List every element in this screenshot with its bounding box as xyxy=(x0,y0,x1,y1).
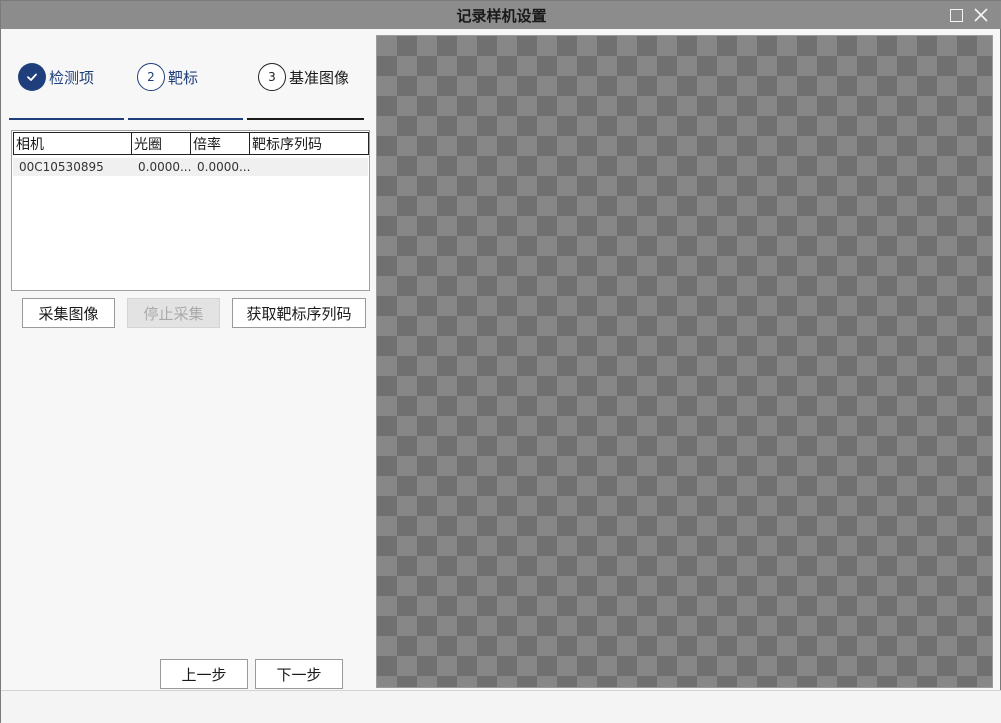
step-2-circle: 2 xyxy=(137,63,165,91)
step-indicator: 检测项 2 靶标 3 基准图像 xyxy=(7,31,371,123)
step-2-label: 靶标 xyxy=(168,68,199,87)
cell-camera: 00C10530895 xyxy=(19,160,104,174)
settings-window: 记录样机设置 检测项 2 靶标 3 基准图像 相机 光圈 倍率 靶标序列码 00… xyxy=(0,0,1001,723)
capture-image-button[interactable]: 采集图像 xyxy=(22,298,115,328)
step-1-label: 检测项 xyxy=(49,68,95,87)
get-target-serial-button[interactable]: 获取靶标序列码 xyxy=(232,298,366,328)
image-preview[interactable] xyxy=(376,35,993,688)
step-3-label: 基准图像 xyxy=(289,68,350,87)
status-bar xyxy=(1,690,1001,723)
table-row[interactable]: 00C10530895 0.0000... 0.0000... xyxy=(13,158,368,176)
column-header-camera[interactable]: 相机 xyxy=(13,132,132,155)
step-reference-image[interactable]: 3 基准图像 xyxy=(258,62,349,92)
title-bar[interactable]: 记录样机设置 xyxy=(1,1,1001,29)
previous-step-button[interactable]: 上一步 xyxy=(160,659,248,689)
step-3-circle: 3 xyxy=(258,63,286,91)
step-3-underline xyxy=(247,118,364,120)
window-title: 记录样机设置 xyxy=(456,7,547,25)
step-1-underline xyxy=(9,118,124,120)
check-icon xyxy=(27,73,37,81)
column-header-target-serial[interactable]: 靶标序列码 xyxy=(250,132,369,155)
close-icon xyxy=(974,8,988,22)
step-target[interactable]: 2 靶标 xyxy=(137,62,198,92)
camera-table[interactable]: 相机 光圈 倍率 靶标序列码 00C10530895 0.0000... 0.0… xyxy=(11,130,370,291)
column-header-aperture[interactable]: 光圈 xyxy=(132,132,191,155)
left-panel: 检测项 2 靶标 3 基准图像 相机 光圈 倍率 靶标序列码 00C105308 xyxy=(7,31,371,691)
table-header: 相机 光圈 倍率 靶标序列码 xyxy=(13,132,369,155)
next-step-button[interactable]: 下一步 xyxy=(255,659,343,689)
cell-aperture: 0.0000... xyxy=(138,160,191,174)
maximize-icon xyxy=(949,8,963,22)
step-inspection-items[interactable]: 检测项 xyxy=(18,62,94,92)
cell-target-serial xyxy=(250,158,368,176)
step-2-underline xyxy=(128,118,243,120)
step-1-circle xyxy=(18,63,46,91)
stop-capture-button[interactable]: 停止采集 xyxy=(127,298,220,328)
maximize-button[interactable] xyxy=(945,5,967,25)
column-header-magnification[interactable]: 倍率 xyxy=(191,132,250,155)
close-button[interactable] xyxy=(970,5,992,25)
cell-magnification: 0.0000... xyxy=(197,160,250,174)
